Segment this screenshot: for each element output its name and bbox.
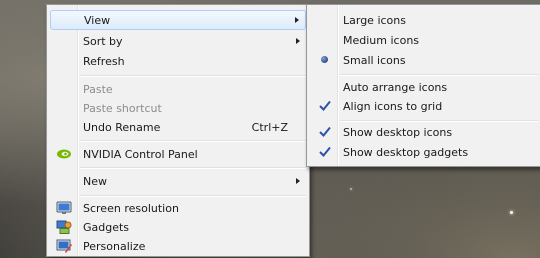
menu-item-label: Paste shortcut (83, 101, 162, 115)
menu-separator (80, 195, 306, 197)
star-light (510, 211, 513, 214)
menu-item-gadgets[interactable]: Gadgets (50, 217, 306, 237)
menu-item-screen-resolution[interactable]: Screen resolution (50, 198, 306, 218)
menu-item-refresh[interactable]: Refresh (50, 51, 306, 71)
menu-separator (80, 75, 306, 77)
submenu-item-auto-arrange-icons[interactable]: Auto arrange icons (310, 77, 538, 97)
menu-item-sort-by[interactable]: Sort by (50, 31, 306, 51)
submenu-item-show-desktop-icons[interactable]: Show desktop icons (310, 122, 538, 142)
menu-separator (340, 74, 538, 76)
submenu-arrow-icon (295, 17, 299, 23)
menu-item-paste-shortcut[interactable]: Paste shortcut (50, 98, 306, 118)
menu-item-label: Refresh (83, 54, 125, 68)
submenu-item-medium-icons[interactable]: Medium icons (310, 30, 538, 50)
menu-separator (80, 140, 306, 142)
personalize-icon (56, 239, 72, 253)
menu-item-label: Sort by (83, 34, 123, 48)
submenu-arrow-icon (296, 178, 300, 184)
menu-item-label: Gadgets (83, 220, 130, 234)
menu-item-label: Show desktop gadgets (343, 145, 469, 159)
menu-item-view[interactable]: View (50, 10, 306, 30)
menu-item-personalize[interactable]: Personalize (50, 236, 306, 256)
menu-item-undo-rename[interactable]: Undo Rename Ctrl+Z (50, 117, 306, 137)
gadgets-icon (56, 220, 72, 234)
screen-resolution-icon (56, 201, 72, 215)
checkmark-icon (318, 145, 332, 158)
view-submenu: Large icons Medium icons Small icons Aut… (306, 4, 540, 167)
desktop-context-menu: View Sort by Refresh Paste Paste shortcu… (46, 4, 310, 257)
star-light (350, 188, 352, 190)
menu-item-label: Medium icons (343, 33, 420, 47)
radio-bullet-icon (321, 56, 328, 63)
menu-item-label: Show desktop icons (343, 125, 453, 139)
menu-item-label: View (84, 13, 111, 27)
menu-item-label: New (83, 174, 107, 188)
submenu-arrow-icon (296, 38, 300, 44)
checkmark-icon (318, 99, 332, 112)
menu-item-label: Screen resolution (83, 201, 179, 215)
menu-item-nvidia-control-panel[interactable]: NVIDIA Control Panel (50, 144, 306, 164)
menu-item-label: Undo Rename (83, 120, 161, 134)
submenu-item-align-icons-to-grid[interactable]: Align icons to grid (310, 96, 538, 116)
menu-separator (80, 167, 306, 169)
menu-item-label: Paste (83, 82, 113, 96)
menu-item-label: NVIDIA Control Panel (83, 147, 198, 161)
menu-item-shortcut: Ctrl+Z (251, 120, 288, 134)
menu-item-label: Align icons to grid (343, 99, 443, 113)
submenu-item-show-desktop-gadgets[interactable]: Show desktop gadgets (310, 142, 538, 162)
submenu-item-large-icons[interactable]: Large icons (310, 10, 538, 30)
nvidia-icon (56, 147, 72, 161)
menu-item-new[interactable]: New (50, 171, 306, 191)
menu-item-label: Auto arrange icons (343, 80, 448, 94)
menu-item-label: Large icons (343, 13, 406, 27)
checkmark-icon (318, 125, 332, 138)
menu-item-label: Personalize (83, 239, 146, 253)
menu-item-label: Small icons (343, 53, 406, 67)
submenu-item-small-icons[interactable]: Small icons (310, 50, 538, 70)
menu-item-paste[interactable]: Paste (50, 79, 306, 99)
